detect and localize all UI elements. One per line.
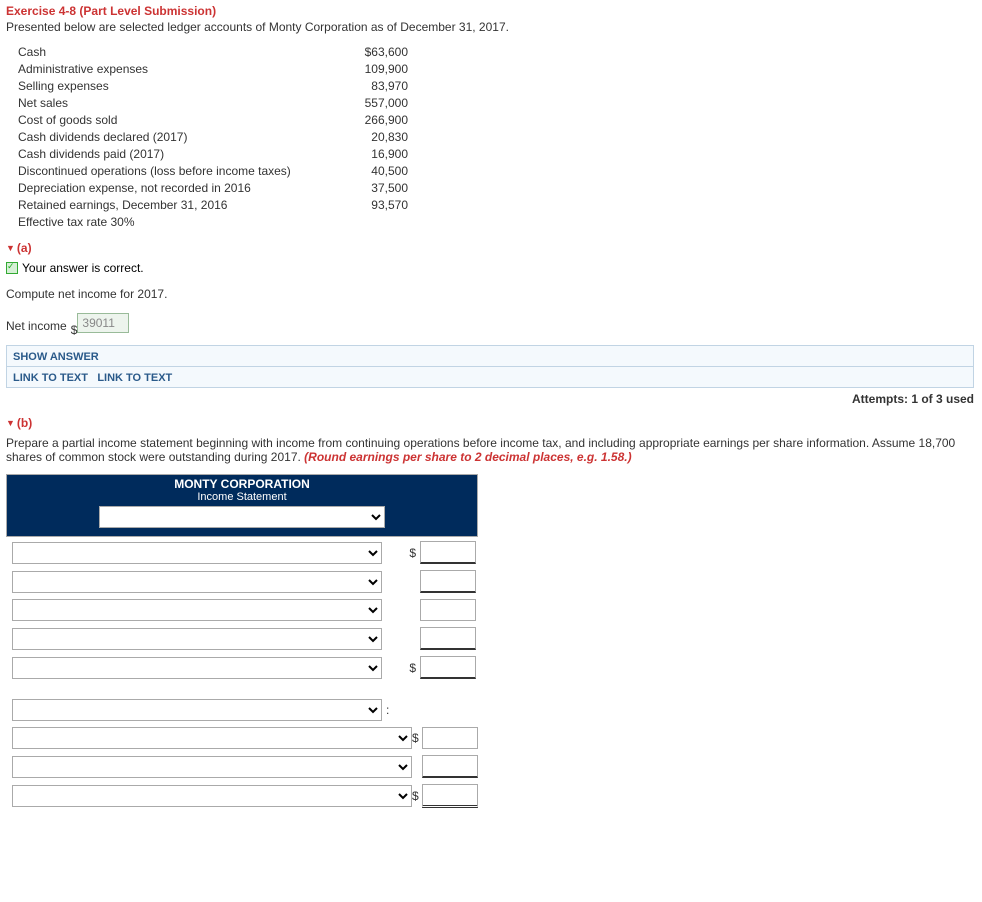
attempts-counter: Attempts: 1 of 3 used — [6, 392, 974, 406]
dollar-sign: $ — [71, 323, 78, 337]
line-item-select[interactable] — [12, 657, 382, 679]
net-income-row: Net income $ — [6, 313, 976, 333]
ledger-table: Cash$63,600 Administrative expenses109,9… — [18, 44, 976, 231]
statement-header: MONTY CORPORATION Income Statement — [7, 475, 477, 504]
line-item-select[interactable] — [12, 628, 382, 650]
ledger-row: Selling expenses83,970 — [18, 78, 976, 95]
part-a-header[interactable]: ▼(a) — [6, 241, 976, 255]
line-item-select[interactable] — [12, 542, 382, 564]
part-b-instruction: Prepare a partial income statement begin… — [6, 436, 976, 464]
amount-input[interactable] — [420, 599, 476, 621]
caret-down-icon: ▼ — [6, 418, 15, 428]
exercise-title: Exercise 4-8 (Part Level Submission) — [6, 4, 976, 18]
net-income-label: Net income — [6, 319, 67, 333]
ledger-row: Cash dividends paid (2017)16,900 — [18, 146, 976, 163]
amount-input[interactable] — [422, 784, 478, 808]
line-item-select[interactable] — [12, 727, 412, 749]
correct-indicator: Your answer is correct. — [6, 261, 976, 275]
ledger-row: Cost of goods sold266,900 — [18, 112, 976, 129]
part-b-header[interactable]: ▼(b) — [6, 416, 976, 430]
colon: : — [386, 703, 389, 717]
compute-instruction: Compute net income for 2017. — [6, 287, 976, 301]
statement-period-select[interactable] — [99, 506, 385, 528]
ledger-row: Depreciation expense, not recorded in 20… — [18, 180, 976, 197]
dollar-sign: $ — [412, 789, 422, 803]
ledger-row: Effective tax rate 30% — [18, 214, 976, 231]
amount-input[interactable] — [422, 727, 478, 749]
amount-input[interactable] — [422, 755, 478, 778]
intro-text: Presented below are selected ledger acco… — [6, 20, 976, 34]
answer-links-bar: SHOW ANSWER LINK TO TEXT LINK TO TEXT — [6, 345, 974, 388]
dollar-sign: $ — [412, 731, 422, 745]
amount-input[interactable] — [420, 627, 476, 650]
ledger-row: Cash$63,600 — [18, 44, 976, 61]
line-item-select[interactable] — [12, 571, 382, 593]
net-income-input — [77, 313, 129, 333]
amount-input[interactable] — [420, 570, 476, 593]
show-answer-link[interactable]: SHOW ANSWER — [13, 351, 99, 363]
ledger-row: Administrative expenses109,900 — [18, 61, 976, 78]
line-item-select[interactable] — [12, 599, 382, 621]
checkmark-icon — [6, 262, 18, 274]
income-statement-form: $ $ : $ $ — [6, 537, 976, 818]
link-to-text-1[interactable]: LINK TO TEXT — [13, 372, 88, 384]
ledger-row: Cash dividends declared (2017)20,830 — [18, 129, 976, 146]
link-to-text-2[interactable]: LINK TO TEXT — [97, 372, 172, 384]
line-item-select[interactable] — [12, 699, 382, 721]
dollar-sign: $ — [382, 661, 420, 675]
ledger-row: Discontinued operations (loss before inc… — [18, 163, 976, 180]
line-item-select[interactable] — [12, 785, 412, 807]
line-item-select[interactable] — [12, 756, 412, 778]
amount-input[interactable] — [420, 541, 476, 564]
amount-input[interactable] — [420, 656, 476, 679]
ledger-row: Net sales557,000 — [18, 95, 976, 112]
dollar-sign: $ — [382, 546, 420, 560]
income-statement-panel: MONTY CORPORATION Income Statement — [6, 474, 478, 537]
caret-down-icon: ▼ — [6, 243, 15, 253]
ledger-row: Retained earnings, December 31, 201693,5… — [18, 197, 976, 214]
